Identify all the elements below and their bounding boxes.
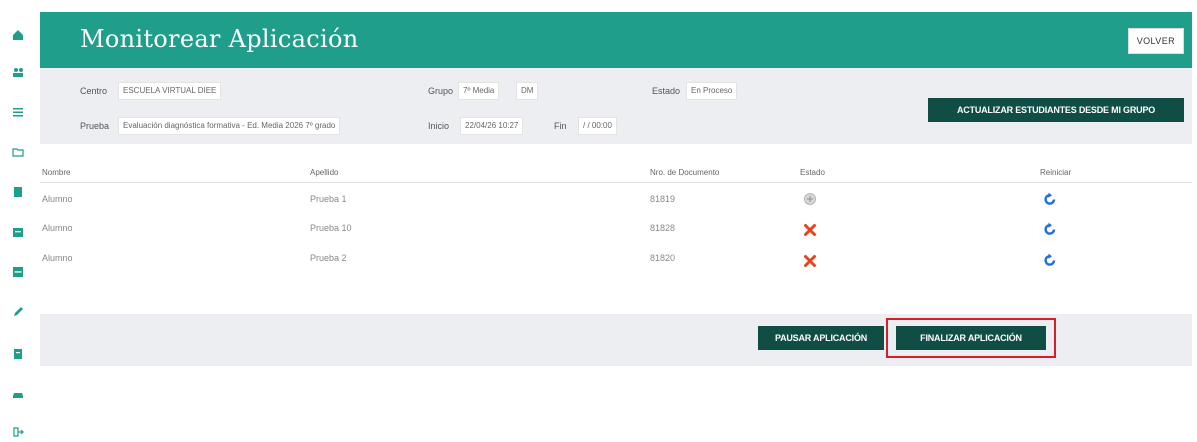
reset-icon[interactable]: [1043, 192, 1057, 206]
row-1-apellido: Prueba 1: [310, 194, 347, 204]
row-2-nombre: Alumno: [42, 223, 73, 233]
column-header-estado: Estado: [800, 168, 825, 177]
car-icon[interactable]: [10, 386, 26, 402]
pencil-icon[interactable]: [10, 304, 26, 320]
in-progress-status-icon: [803, 192, 817, 206]
grupo-label: Grupo: [428, 86, 454, 96]
document-icon[interactable]: [10, 184, 26, 200]
users-icon[interactable]: [10, 64, 26, 80]
update-students-button[interactable]: ACTUALIZAR ESTUDIANTES DESDE MI GRUPO: [928, 98, 1184, 122]
reset-icon[interactable]: [1043, 222, 1057, 236]
column-header-documento: Nro. de Documento: [650, 168, 720, 177]
row-3-nombre: Alumno: [42, 253, 73, 263]
fin-label: Fin: [554, 121, 567, 131]
logout-icon[interactable]: [10, 424, 26, 440]
header-divider: [40, 182, 1192, 183]
file-icon[interactable]: [10, 346, 26, 362]
back-button[interactable]: VOLVER: [1127, 28, 1184, 54]
application-info-panel: Centro ESCUELA VIRTUAL DIEE Grupo 7º Med…: [40, 68, 1192, 144]
column-header-nombre: Nombre: [42, 168, 71, 177]
actions-bar: PAUSAR APLICACIÓN FINALIZAR APLICACIÓN: [40, 314, 1192, 366]
sidebar: [0, 0, 40, 442]
grupo-value: 7º Media: [458, 82, 500, 100]
finish-application-button[interactable]: FINALIZAR APLICACIÓN: [896, 326, 1046, 350]
inicio-value: 22/04/26 10:27: [460, 117, 524, 135]
home-icon[interactable]: [10, 27, 26, 43]
centro-label: Centro: [80, 86, 108, 96]
column-header-apellido: Apellido: [310, 168, 339, 177]
list-icon[interactable]: [10, 104, 26, 120]
not-started-x-icon: [803, 223, 817, 237]
row-2-documento: 81828: [650, 223, 676, 233]
pause-application-button[interactable]: PAUSAR APLICACIÓN: [758, 326, 884, 350]
column-header-reiniciar: Reiniciar: [1040, 168, 1072, 177]
page-header: Monitorear Aplicación VOLVER: [40, 12, 1192, 68]
prueba-label: Prueba: [80, 121, 110, 131]
centro-value: ESCUELA VIRTUAL DIEE: [118, 82, 222, 100]
inicio-label: Inicio: [428, 121, 450, 131]
grupo-section-value: DM: [516, 82, 539, 100]
page-title: Monitorear Aplicación: [80, 25, 359, 53]
prueba-value: Evaluación diagnóstica formativa - Ed. M…: [118, 117, 341, 135]
estado-value: En Proceso: [686, 82, 738, 100]
calendar-icon[interactable]: [10, 224, 26, 240]
row-1-documento: 81819: [650, 194, 676, 204]
folder-icon[interactable]: [10, 144, 26, 160]
not-started-x-icon: [803, 254, 817, 268]
row-2-apellido: Prueba 10: [310, 223, 352, 233]
estado-label: Estado: [652, 86, 681, 96]
row-1-nombre: Alumno: [42, 194, 73, 204]
grid-icon[interactable]: [10, 264, 26, 280]
reset-icon[interactable]: [1043, 253, 1057, 267]
row-3-documento: 81820: [650, 253, 676, 263]
row-3-apellido: Prueba 2: [310, 253, 347, 263]
fin-value: / / 00:00: [578, 117, 617, 135]
